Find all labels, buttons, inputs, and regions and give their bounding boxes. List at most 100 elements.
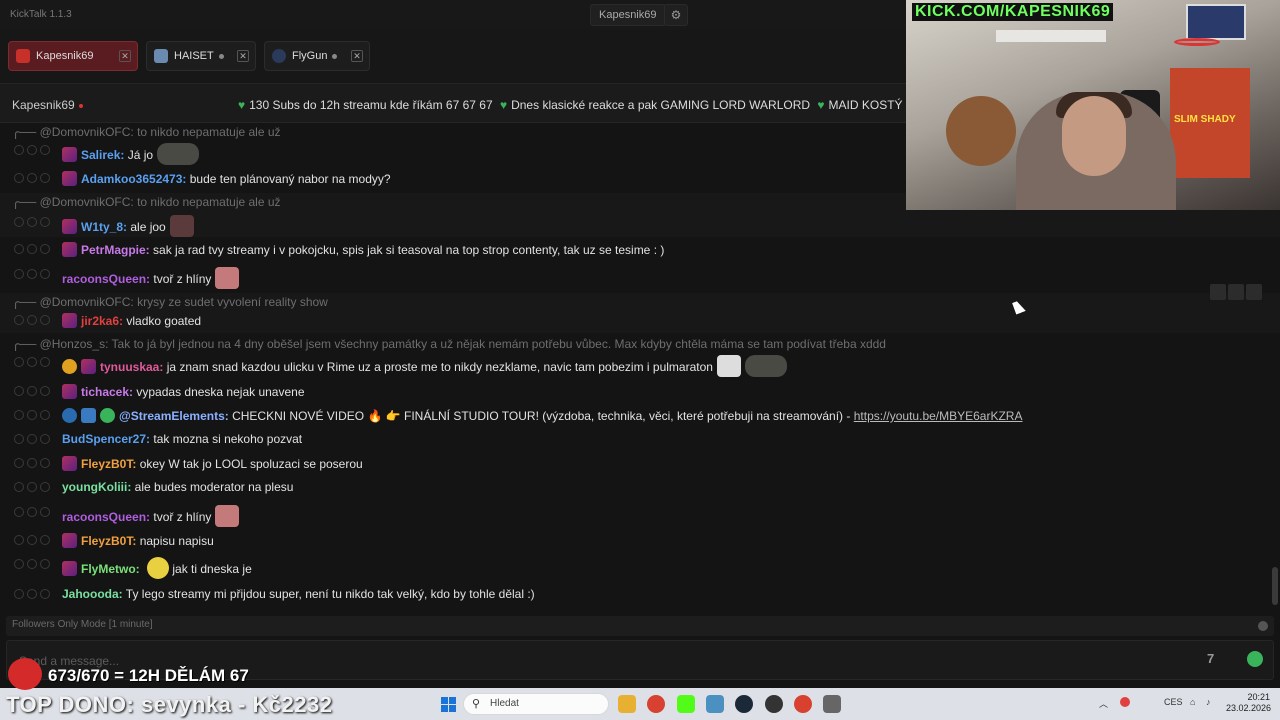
search-label: Hledat bbox=[490, 698, 519, 709]
sub-badge-icon bbox=[62, 561, 77, 576]
reply-icon[interactable] bbox=[1228, 284, 1244, 300]
file-explorer-icon[interactable] bbox=[618, 695, 636, 713]
username[interactable]: Adamkoo3652473: bbox=[81, 172, 186, 186]
language-indicator[interactable]: CES bbox=[1164, 697, 1183, 707]
7tv-emote-picker-icon[interactable]: 7 bbox=[1207, 651, 1227, 669]
username[interactable]: racoonsQueen: bbox=[62, 272, 150, 286]
message-text: napisu napisu bbox=[139, 534, 214, 548]
chat-message[interactable]: tichacek: vypadas dneska nejak unavene bbox=[0, 382, 1280, 402]
close-icon[interactable]: ✕ bbox=[237, 50, 249, 62]
emote-icon bbox=[744, 355, 787, 377]
volume-icon[interactable]: ♪ bbox=[1206, 697, 1211, 707]
chat-message[interactable]: FleyzB0T: okey W tak jo LOOL spoluzaci s… bbox=[0, 454, 1280, 474]
shelf bbox=[996, 30, 1106, 42]
moderator-badge-icon bbox=[81, 408, 96, 423]
chevron-up-icon[interactable]: ︿ bbox=[1099, 697, 1108, 710]
close-icon[interactable]: ✕ bbox=[119, 50, 131, 62]
username[interactable]: tynuuskaa: bbox=[100, 360, 163, 374]
username[interactable]: Jahoooda: bbox=[62, 587, 123, 601]
message-text: ale joo bbox=[130, 220, 166, 234]
chrome-icon[interactable] bbox=[794, 695, 812, 713]
sub-badge-icon bbox=[62, 242, 77, 257]
username[interactable]: tichacek: bbox=[81, 385, 133, 399]
message-actions[interactable] bbox=[14, 558, 56, 572]
chat-message[interactable]: FlyMetwo: jak ti dneska je bbox=[0, 555, 1280, 579]
message-actions[interactable] bbox=[14, 172, 56, 186]
chat-message[interactable]: PetrMagpie: sak ja rad tvy streamy i v p… bbox=[0, 240, 1280, 260]
message-actions[interactable] bbox=[14, 506, 56, 520]
chat-message[interactable]: racoonsQueen: tvoř z hlíny bbox=[0, 503, 1280, 527]
chat-message[interactable]: @StreamElements: CHECKNI NOVÉ VIDEO 🔥 👉 … bbox=[0, 406, 1280, 426]
close-icon[interactable]: ✕ bbox=[351, 50, 363, 62]
tab-haiset[interactable]: HAISET ✕ bbox=[146, 41, 256, 71]
message-actions[interactable] bbox=[14, 144, 56, 158]
username[interactable]: FlyMetwo: bbox=[81, 562, 140, 576]
message-actions[interactable] bbox=[14, 534, 56, 548]
username[interactable]: FleyzB0T: bbox=[81, 534, 136, 548]
username[interactable]: PetrMagpie: bbox=[81, 243, 150, 257]
gear-icon[interactable]: ⚙ bbox=[664, 4, 688, 26]
username[interactable]: jir2ka6: bbox=[81, 314, 123, 328]
calculator-icon[interactable] bbox=[823, 695, 841, 713]
message-actions[interactable] bbox=[14, 314, 56, 328]
message-actions[interactable] bbox=[14, 216, 56, 230]
message-actions[interactable] bbox=[14, 385, 56, 399]
tab-flygun[interactable]: FlyGun ✕ bbox=[264, 41, 370, 71]
reply-text: @DomovnikOFC: krysy ze sudet vyvolení re… bbox=[39, 295, 328, 309]
network-icon[interactable]: ⌂ bbox=[1190, 697, 1195, 707]
sub-badge-icon bbox=[62, 219, 77, 234]
message-text: bude ten plánovaný nabor na modyy? bbox=[189, 172, 391, 186]
tab-label: HAISET bbox=[174, 50, 214, 62]
username[interactable]: youngKoliii: bbox=[62, 480, 131, 494]
devil-emoji-icon bbox=[8, 658, 42, 690]
steam-icon[interactable] bbox=[735, 695, 753, 713]
tray-app-icon[interactable] bbox=[1120, 697, 1130, 707]
status-dot bbox=[218, 53, 224, 59]
username[interactable]: W1ty_8: bbox=[81, 220, 127, 234]
message-text: vypadas dneska nejak unavene bbox=[136, 385, 305, 399]
chat-message[interactable]: W1ty_8: ale joo bbox=[0, 213, 1280, 237]
message-actions[interactable] bbox=[14, 481, 56, 495]
message-actions[interactable] bbox=[14, 457, 56, 471]
user-account-button[interactable]: Kapesnik69 bbox=[590, 4, 666, 26]
chat-message[interactable]: Jahoooda: Ty lego streamy mi přijdou sup… bbox=[0, 585, 1280, 605]
chat-message[interactable]: jir2ka6: vladko goated bbox=[0, 311, 1280, 331]
message-actions[interactable] bbox=[14, 356, 56, 370]
message-text: okey W tak jo LOOL spoluzaci se poserou bbox=[139, 457, 363, 471]
kick-icon[interactable] bbox=[677, 695, 695, 713]
reply-text: @DomovnikOFC: to nikdo nepamatuje ale už bbox=[39, 195, 281, 209]
chat-message[interactable]: youngKoliii: ale budes moderator na ples… bbox=[0, 478, 1280, 498]
message-actions[interactable] bbox=[14, 409, 56, 423]
pin-icon[interactable] bbox=[1210, 284, 1226, 300]
pinned-ticker: ♥ 130 Subs do 12h streamu kde říkám 67 67… bbox=[234, 98, 903, 112]
username[interactable]: @StreamElements: bbox=[119, 409, 229, 423]
message-actions[interactable] bbox=[14, 268, 56, 282]
message-actions[interactable] bbox=[14, 588, 56, 602]
system-clock[interactable]: 20:21 23.02.2026 bbox=[1226, 692, 1271, 714]
message-actions[interactable] bbox=[14, 433, 56, 447]
username[interactable]: FleyzB0T: bbox=[81, 457, 136, 471]
info-icon[interactable] bbox=[1258, 621, 1268, 631]
windows-start-icon[interactable] bbox=[441, 697, 456, 712]
chrome-icon[interactable] bbox=[647, 695, 665, 713]
heart-icon: ♥ bbox=[499, 98, 508, 112]
chat-message[interactable]: FleyzB0T: napisu napisu bbox=[0, 531, 1280, 551]
app-icon[interactable] bbox=[706, 695, 724, 713]
username[interactable]: BudSpencer27: bbox=[62, 432, 150, 446]
channel-avatar bbox=[272, 49, 286, 63]
kick-emote-picker-icon[interactable] bbox=[1247, 651, 1263, 667]
obs-icon[interactable] bbox=[765, 695, 783, 713]
chat-message[interactable]: tynuuskaa: ja znam snad kazdou ulicku v … bbox=[0, 353, 1280, 377]
tab-kapesnik69[interactable]: Kapesnik69 ✕ bbox=[8, 41, 138, 71]
copy-icon[interactable] bbox=[1246, 284, 1262, 300]
message-link[interactable]: https://youtu.be/MBYE6arKZRA bbox=[854, 409, 1023, 423]
message-actions[interactable] bbox=[14, 243, 56, 257]
username[interactable]: Salirek: bbox=[81, 148, 124, 162]
username[interactable]: racoonsQueen: bbox=[62, 510, 150, 524]
chat-scrollbar[interactable] bbox=[1272, 567, 1278, 605]
chat-message[interactable]: racoonsQueen: tvoř z hlíny bbox=[0, 265, 1280, 289]
chat-message[interactable]: BudSpencer27: tak mozna si nekoho pozvat bbox=[0, 430, 1280, 450]
taskbar-search[interactable]: ⚲ Hledat bbox=[463, 693, 609, 715]
app-title: KickTalk 1.1.3 bbox=[10, 9, 72, 20]
chat-mode-banner: Followers Only Mode [1 minute] bbox=[6, 616, 1274, 636]
